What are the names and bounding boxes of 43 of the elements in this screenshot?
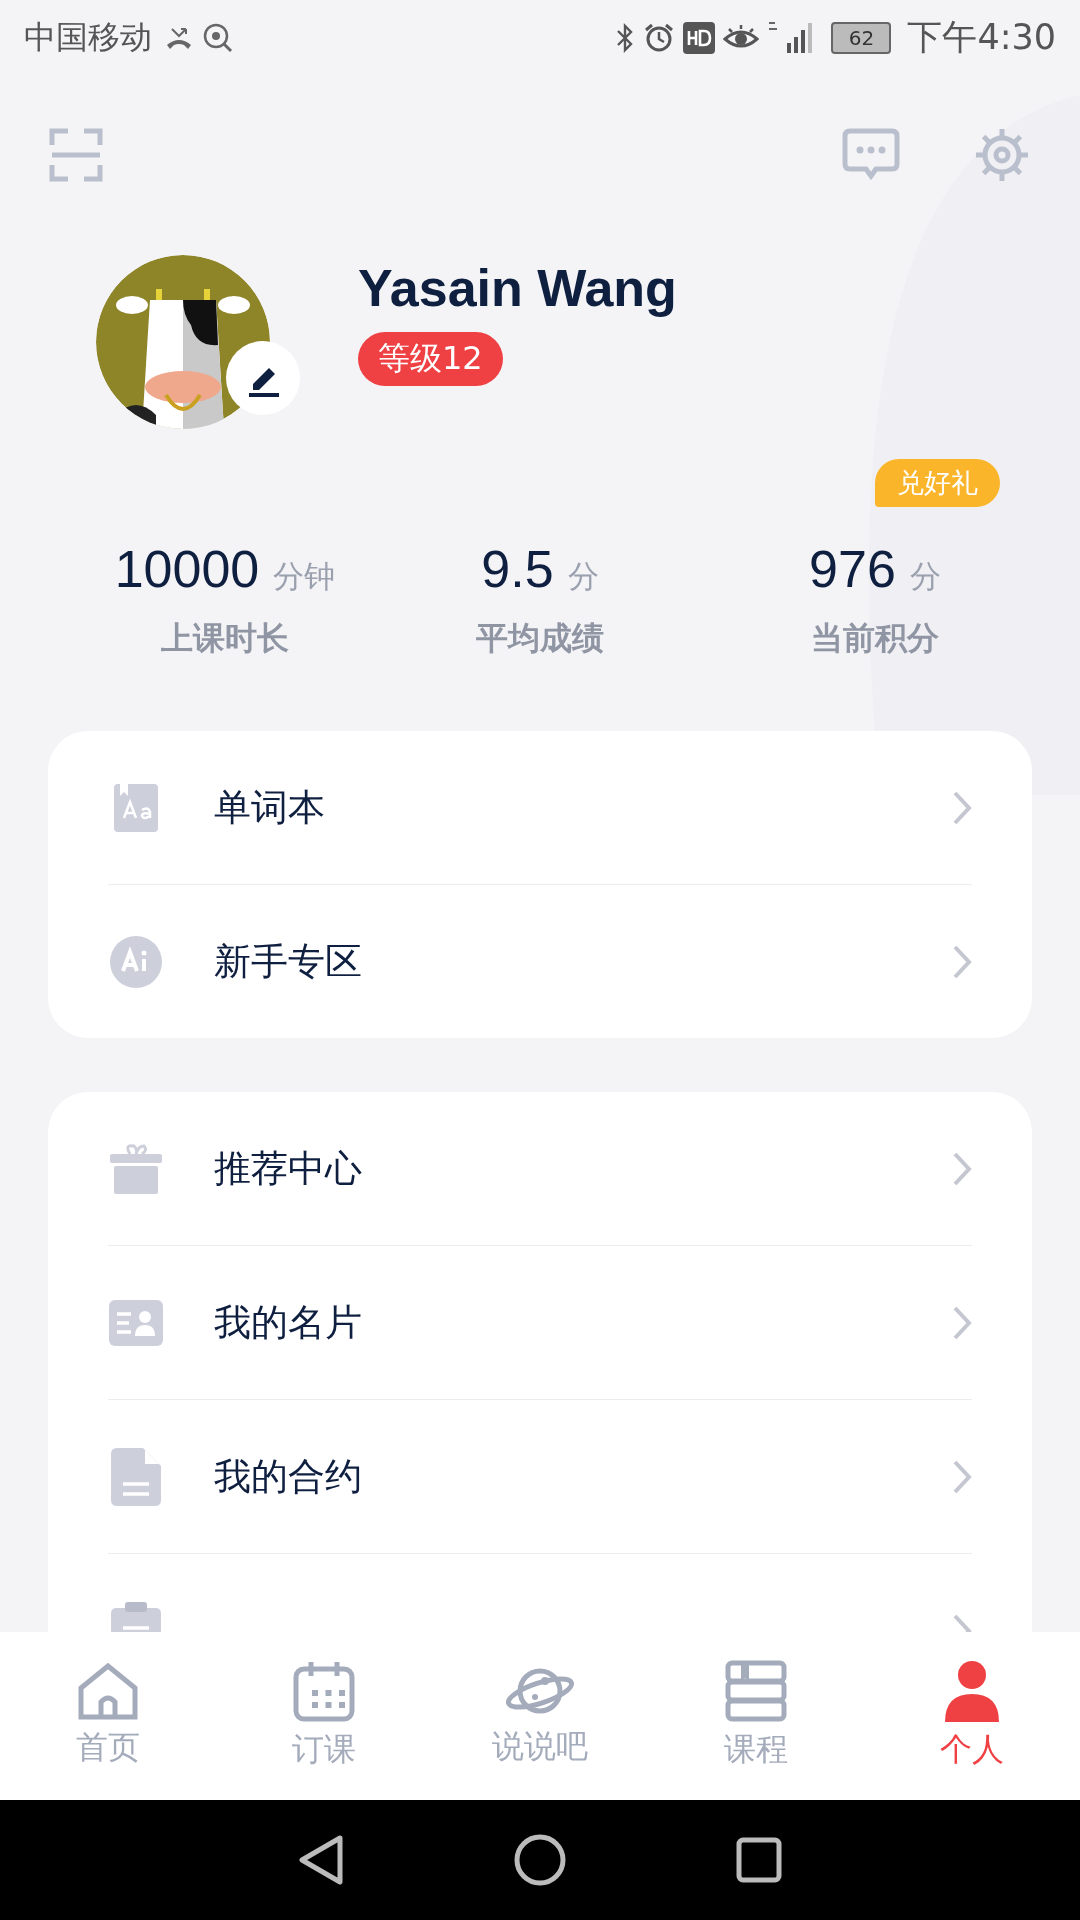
clock-time: 下午4:30	[907, 16, 1056, 59]
gift-box-icon	[108, 1141, 164, 1196]
stat-value: 10000	[114, 539, 260, 599]
alarm-icon	[643, 21, 676, 54]
menu-item[interactable]: 新手专区	[108, 885, 972, 1038]
chevron-right-icon	[952, 1150, 972, 1187]
chevron-right-icon	[952, 943, 972, 980]
stat-label: 上课时长	[161, 618, 289, 659]
stat-label: 平均成绩	[476, 618, 604, 659]
stat-value: 9.5	[481, 539, 554, 599]
menu-item[interactable]: 我的名片	[108, 1246, 972, 1400]
stat-label: 当前积分	[811, 618, 939, 659]
tab-item[interactable]: 说说吧	[460, 1663, 620, 1769]
stat-value: 976	[809, 539, 896, 599]
person-icon	[943, 1660, 1001, 1722]
chevron-right-icon	[952, 1304, 972, 1341]
chevron-right-icon	[952, 789, 972, 826]
recents-icon[interactable]	[736, 1837, 782, 1883]
stat-unit: 分	[567, 557, 599, 596]
tab-item[interactable]: 课程	[676, 1660, 836, 1772]
menu-item[interactable]: 推荐中心	[108, 1092, 972, 1246]
user-name: Yasain Wang	[358, 258, 677, 318]
document-icon	[108, 1447, 164, 1506]
level-badge: 等级12	[358, 332, 503, 386]
calendar-icon	[293, 1660, 355, 1722]
hd-icon	[683, 21, 716, 54]
books-stack-icon	[725, 1660, 787, 1722]
carrier-name: 中国移动	[24, 16, 152, 58]
home-icon[interactable]	[514, 1834, 566, 1886]
ai-circle-icon	[108, 934, 164, 989]
chevron-right-icon	[952, 1458, 972, 1495]
magnifier-icon	[202, 21, 234, 54]
menu-item[interactable]: 我的合约	[108, 1400, 972, 1554]
battery-icon: 62	[831, 21, 892, 54]
stat-unit: 分	[909, 557, 941, 596]
tab-item[interactable]: 个人	[892, 1660, 1052, 1772]
house-icon	[77, 1662, 139, 1720]
tab-item[interactable]: 首页	[28, 1662, 188, 1770]
menu-item[interactable]: 单词本	[108, 731, 972, 885]
back-icon[interactable]	[298, 1835, 344, 1885]
stat-unit: 分钟	[273, 557, 336, 596]
tab-item[interactable]: 订课	[244, 1660, 404, 1772]
id-card-icon	[108, 1299, 164, 1346]
